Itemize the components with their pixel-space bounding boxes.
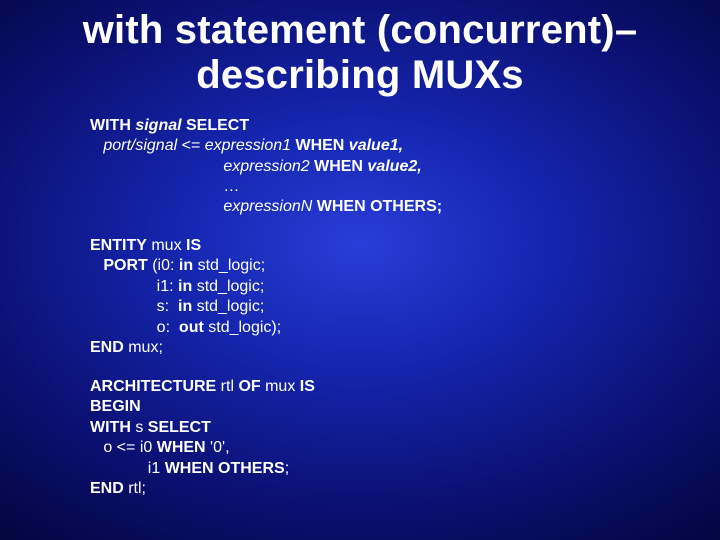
p-sa: s:	[90, 298, 178, 315]
pad5	[90, 198, 223, 215]
kw-in1: in	[178, 278, 192, 295]
p-i1a: i1:	[90, 278, 178, 295]
arch-block: ARCHITECTURE rtl OF mux IS BEGIN WITH s …	[90, 377, 692, 500]
kw-with: WITH	[90, 117, 135, 134]
p-ob: std_logic);	[204, 319, 281, 336]
syntax-block: WITH signal SELECT port/signal <= expres…	[90, 116, 692, 218]
semi: ;	[285, 460, 289, 477]
p-oa: o:	[90, 319, 179, 336]
entity-block: ENTITY mux IS PORT (i0: in std_logic; i1…	[90, 236, 692, 359]
kw-port: PORT	[90, 257, 148, 274]
kw-with2: WITH	[90, 419, 131, 436]
kw-when1: WHEN	[291, 137, 349, 154]
kw-ins: in	[178, 298, 192, 315]
slide: with statement (concurrent)– describing …	[0, 0, 720, 540]
kw-is: IS	[186, 237, 201, 254]
it-portsig: port/signal	[90, 137, 177, 154]
endent-name: mux;	[124, 339, 163, 356]
assign-o: o <= i0	[90, 439, 157, 456]
op-assign: <=	[177, 137, 205, 154]
slide-title: with statement (concurrent)– describing …	[28, 8, 692, 98]
ellipsis: …	[90, 178, 239, 195]
it-val2: value2,	[367, 158, 421, 175]
kw-out: out	[179, 319, 204, 336]
p-i0a: (i0:	[148, 257, 179, 274]
kw-of: OF	[238, 378, 260, 395]
p-i1b: std_logic;	[192, 278, 264, 295]
it-val1: value1,	[349, 137, 403, 154]
kw-arch: ARCHITECTURE	[90, 378, 216, 395]
endarch-name: rtl;	[124, 480, 146, 497]
kw-when0: WHEN	[157, 439, 206, 456]
it-signal: signal	[135, 117, 181, 134]
p-sb: std_logic;	[192, 298, 264, 315]
arch-rtl: rtl	[216, 378, 238, 395]
kw-is2: IS	[300, 378, 315, 395]
kw-select2: SELECT	[148, 419, 211, 436]
pad3	[90, 158, 223, 175]
kw-entity: ENTITY	[90, 237, 147, 254]
it-expr2: expression2	[223, 158, 309, 175]
kw-endarch: END	[90, 480, 124, 497]
slide-body: WITH signal SELECT port/signal <= expres…	[90, 116, 692, 500]
kw-whenothers2: WHEN OTHERS	[165, 460, 285, 477]
ent-name: mux	[147, 237, 186, 254]
kw-in0: in	[179, 257, 193, 274]
with-s: s	[131, 419, 148, 436]
val0: '0',	[206, 439, 230, 456]
p-i0b: std_logic;	[193, 257, 265, 274]
it-expr1: expression1	[205, 137, 291, 154]
arch-mux: mux	[261, 378, 300, 395]
it-exprn: expressionN	[223, 198, 312, 215]
kw-endent: END	[90, 339, 124, 356]
assign-i1: i1	[90, 460, 165, 477]
kw-whenothers: WHEN OTHERS;	[312, 198, 442, 215]
kw-select: SELECT	[182, 117, 250, 134]
kw-begin: BEGIN	[90, 398, 141, 415]
kw-when2: WHEN	[310, 158, 368, 175]
